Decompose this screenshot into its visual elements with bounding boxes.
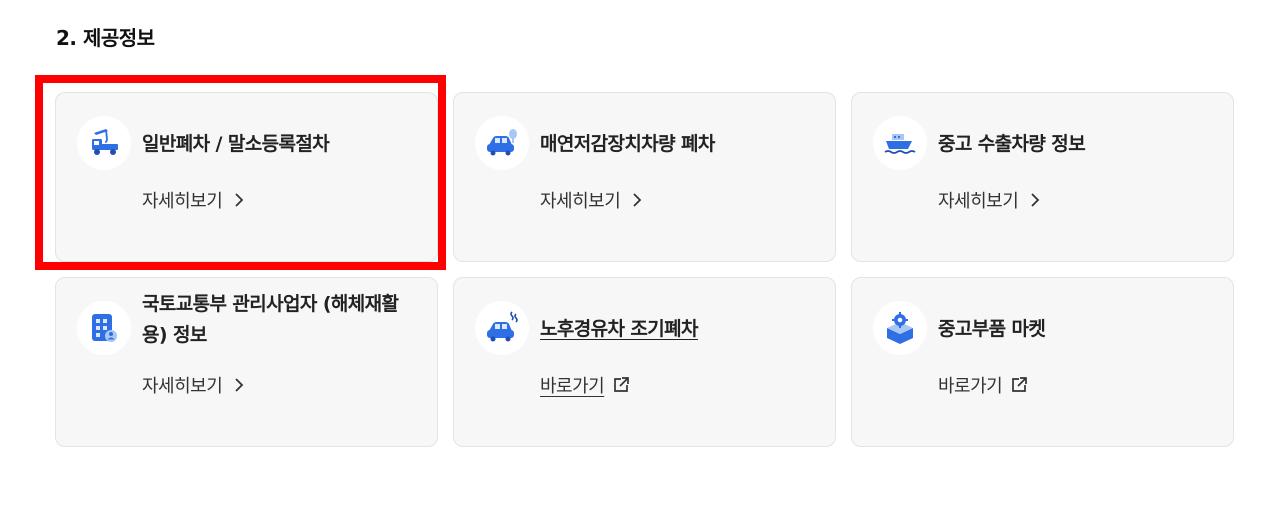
detail-link[interactable]: 자세히보기 — [540, 187, 646, 213]
info-card-grid: 일반폐차 / 말소등록절차 자세히보기 매연저감장치차량 폐차 자세히보기 중고… — [55, 92, 1234, 447]
car-with-filter-icon — [475, 116, 529, 170]
card-used-export-vehicle[interactable]: 중고 수출차량 정보 자세히보기 — [851, 92, 1234, 262]
external-link[interactable]: 바로가기 — [938, 372, 1028, 398]
parts-box-icon — [873, 301, 927, 355]
chevron-right-icon — [235, 193, 244, 207]
link-text: 자세히보기 — [540, 191, 621, 212]
card-dpf-vehicle-scrap[interactable]: 매연저감장치차량 폐차 자세히보기 — [453, 92, 836, 262]
card-title: 노후경유차 조기폐차 — [540, 318, 699, 340]
link-text: 바로가기 — [540, 376, 605, 397]
chevron-right-icon — [1031, 193, 1040, 207]
external-link-icon — [614, 377, 630, 392]
external-link-icon — [1012, 377, 1028, 392]
chevron-right-icon — [235, 378, 244, 392]
card-title: 매연저감장치차량 폐차 — [540, 133, 715, 155]
link-text: 바로가기 — [938, 376, 1003, 397]
detail-link[interactable]: 자세히보기 — [142, 187, 248, 213]
external-link[interactable]: 바로가기 — [540, 372, 630, 398]
cargo-ship-icon — [873, 116, 927, 170]
card-title: 국토교통부 관리사업자 (해체재활용) 정보 — [142, 293, 399, 346]
tow-truck-icon — [77, 116, 131, 170]
card-title: 중고부품 마켓 — [938, 318, 1046, 340]
card-molit-dismantling-business[interactable]: 국토교통부 관리사업자 (해체재활용) 정보 자세히보기 — [55, 277, 438, 447]
card-used-parts-market[interactable]: 중고부품 마켓 바로가기 — [851, 277, 1234, 447]
section-title: 2. 제공정보 — [56, 26, 155, 50]
building-person-icon — [77, 301, 131, 355]
car-exhaust-icon — [475, 301, 529, 355]
card-old-diesel-early-scrap[interactable]: 노후경유차 조기폐차 바로가기 — [453, 277, 836, 447]
link-text: 자세히보기 — [142, 191, 223, 212]
detail-link[interactable]: 자세히보기 — [938, 187, 1044, 213]
link-text: 자세히보기 — [142, 376, 223, 397]
card-general-scrap[interactable]: 일반폐차 / 말소등록절차 자세히보기 — [55, 92, 438, 262]
card-title: 일반폐차 / 말소등록절차 — [142, 133, 330, 155]
chevron-right-icon — [633, 193, 642, 207]
detail-link[interactable]: 자세히보기 — [142, 372, 248, 398]
card-title: 중고 수출차량 정보 — [938, 133, 1086, 155]
link-text: 자세히보기 — [938, 191, 1019, 212]
